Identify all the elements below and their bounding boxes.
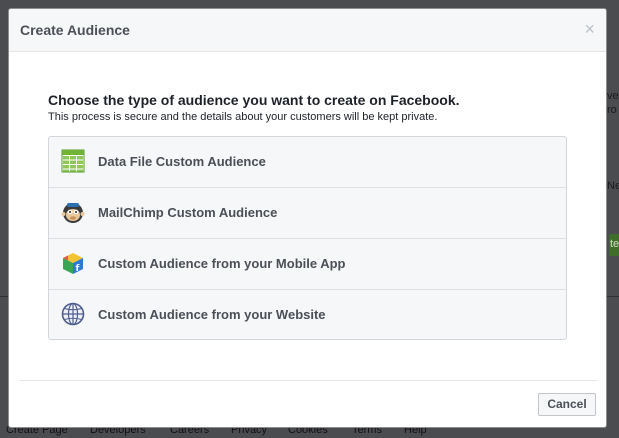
option-label: Custom Audience from your Website [98,307,326,322]
option-mobile-app-custom-audience[interactable]: f Custom Audience from your Mobile App [49,239,566,290]
dialog-footer-divider [20,380,597,381]
spreadsheet-icon [61,149,85,173]
close-icon[interactable]: × [584,19,595,39]
cancel-button[interactable]: Cancel [538,393,596,416]
background-text-fragment: ve [607,90,619,102]
background-green-button: te [609,234,619,256]
dialog-header: Create Audience × [9,9,606,52]
option-label: Data File Custom Audience [98,154,266,169]
mailchimp-icon [61,203,85,223]
audience-option-list: Data File Custom Audience MailChimp Cust… [48,136,567,340]
mobile-app-icon: f [63,253,83,274]
create-audience-dialog: Create Audience × Choose the type of aud… [8,8,607,428]
prompt-subheading: This process is secure and the details a… [48,111,438,123]
background-text-fragment: Ne [607,180,619,192]
dialog-title: Create Audience [20,22,130,38]
background-text-fragment: ro [607,104,617,116]
option-label: MailChimp Custom Audience [98,205,278,220]
option-data-file-custom-audience[interactable]: Data File Custom Audience [49,137,566,188]
prompt-heading: Choose the type of audience you want to … [48,92,460,108]
svg-text:f: f [76,264,80,274]
option-website-custom-audience[interactable]: Custom Audience from your Website [49,290,566,339]
globe-icon [61,302,85,326]
option-label: Custom Audience from your Mobile App [98,256,346,271]
option-mailchimp-custom-audience[interactable]: MailChimp Custom Audience [49,188,566,239]
